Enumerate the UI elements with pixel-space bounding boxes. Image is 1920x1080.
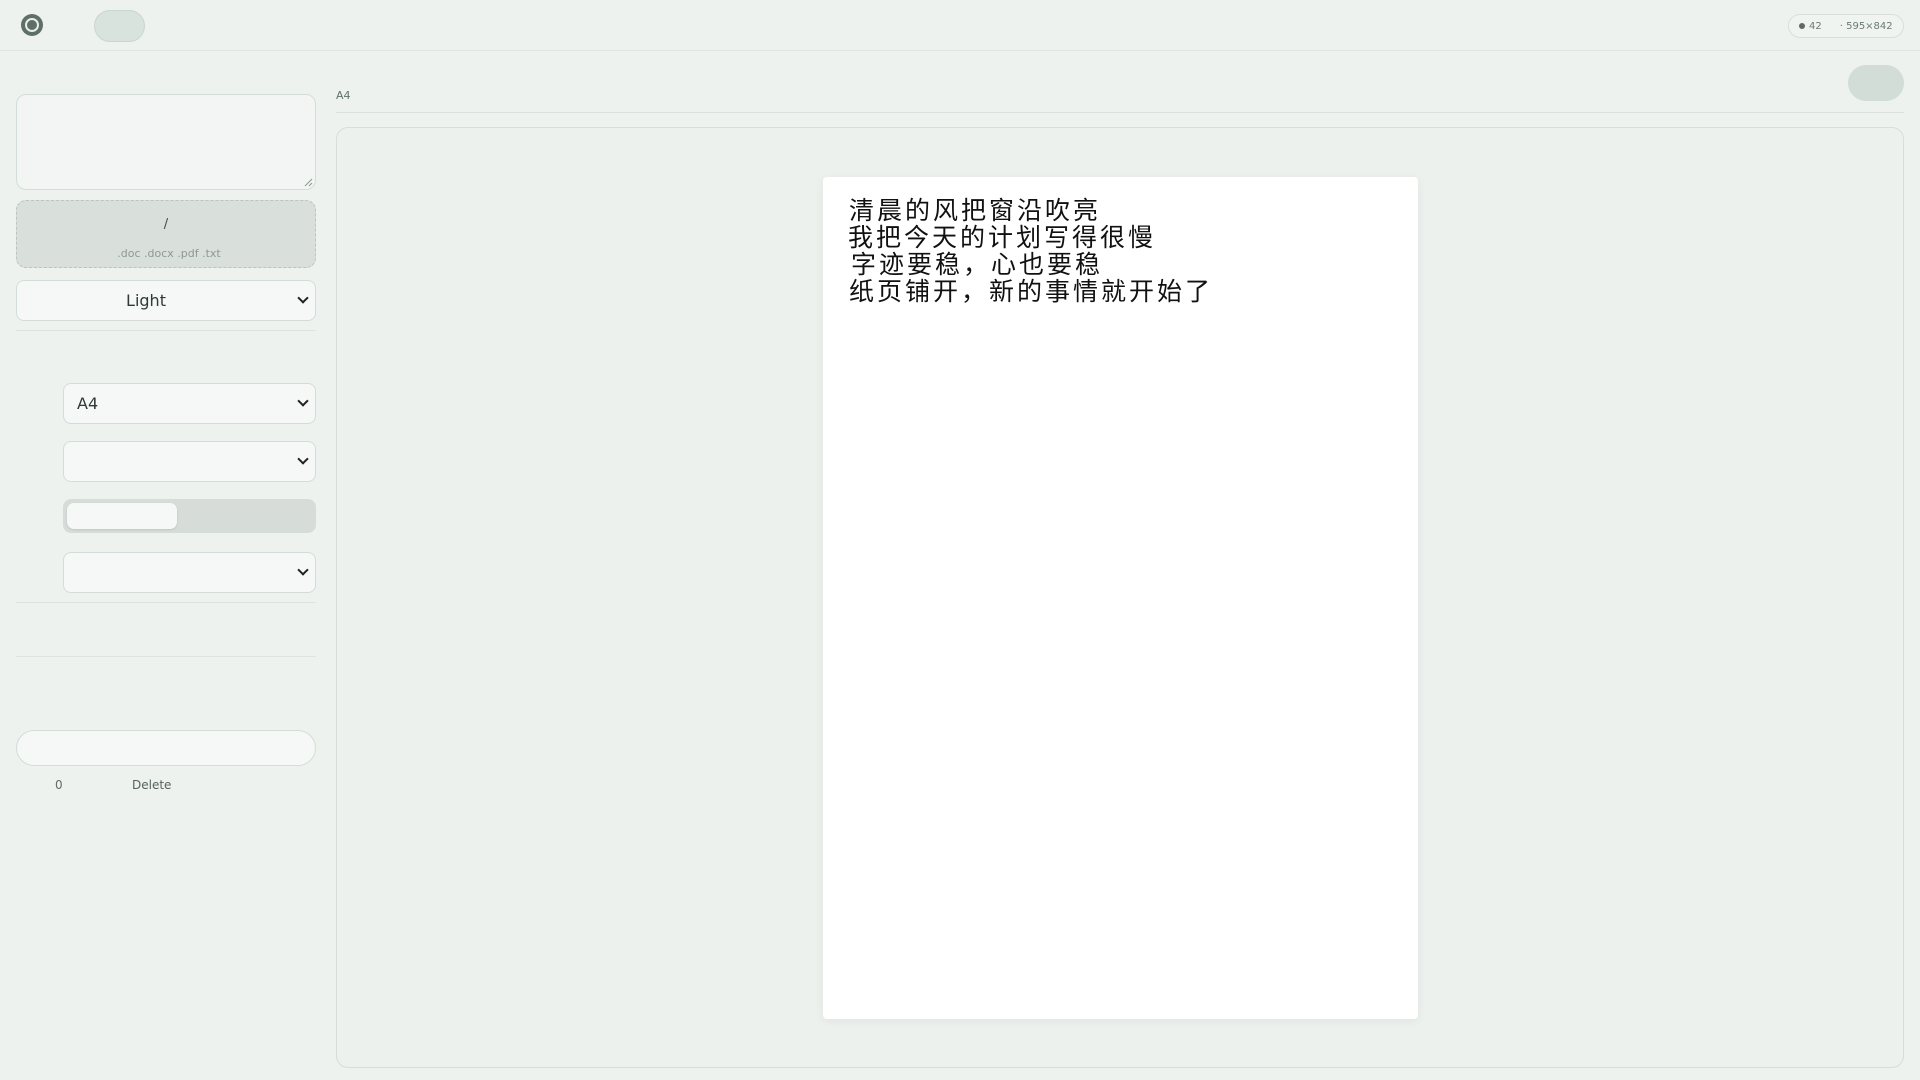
text-line: 纸页铺开，新的事情就开始了 bbox=[849, 277, 1214, 306]
main-divider bbox=[336, 112, 1904, 113]
chevron-down-icon bbox=[297, 292, 309, 304]
status-badge: 42 · 595×842 bbox=[1788, 14, 1904, 38]
preview-canvas: 清晨的风把窗沿吹亮 我把今天的计划写得很慢 字迹要稳，心也要稳 纸页铺开，新的事… bbox=[336, 127, 1904, 1068]
status-page-size: · 595×842 bbox=[1839, 20, 1893, 32]
logo-ring bbox=[25, 18, 39, 32]
paper-page: 清晨的风把窗沿吹亮 我把今天的计划写得很慢 字迹要稳，心也要稳 纸页铺开，新的事… bbox=[823, 177, 1418, 1019]
theme-select[interactable]: Light bbox=[16, 280, 316, 321]
text-line: 字迹要稳，心也要稳 bbox=[851, 250, 1104, 279]
text-line: 我把今天的计划写得很慢 bbox=[848, 223, 1157, 252]
search-input[interactable] bbox=[16, 730, 316, 766]
handwritten-text: 清晨的风把窗沿吹亮 我把今天的计划写得很慢 字迹要稳，心也要稳 纸页铺开，新的事… bbox=[848, 196, 1214, 306]
top-toggle-button[interactable] bbox=[94, 10, 145, 42]
chevron-down-icon bbox=[297, 395, 309, 407]
secondary-option-select[interactable] bbox=[63, 552, 316, 593]
section-divider bbox=[16, 602, 316, 603]
upload-title: / bbox=[163, 217, 169, 232]
delete-button[interactable]: Delete bbox=[132, 778, 171, 792]
status-count: 42 bbox=[1809, 20, 1822, 32]
section-divider bbox=[16, 330, 316, 331]
file-upload-dropzone[interactable]: / .doc .docx .pdf .txt bbox=[16, 200, 316, 268]
page-size-value: A4 bbox=[77, 394, 99, 413]
paper-size-label: A4 bbox=[336, 89, 351, 102]
option-select[interactable] bbox=[63, 441, 316, 482]
slider-thumb[interactable] bbox=[67, 503, 177, 529]
text-line: 清晨的风把窗沿吹亮 bbox=[849, 196, 1102, 225]
app-logo-icon[interactable] bbox=[21, 14, 43, 36]
page-size-select[interactable]: A4 bbox=[63, 383, 316, 424]
status-dot-icon bbox=[1799, 23, 1805, 29]
segmented-slider[interactable] bbox=[63, 499, 316, 533]
chevron-down-icon bbox=[297, 453, 309, 465]
item-counter: 0 bbox=[55, 778, 63, 792]
chevron-down-icon bbox=[297, 564, 309, 576]
text-input-area[interactable] bbox=[16, 94, 316, 190]
upload-format-hint: .doc .docx .pdf .txt bbox=[117, 247, 221, 260]
section-divider bbox=[16, 656, 316, 657]
top-bar: 42 · 595×842 bbox=[0, 0, 1920, 51]
theme-select-value: Light bbox=[126, 291, 166, 310]
export-button[interactable] bbox=[1848, 65, 1904, 101]
